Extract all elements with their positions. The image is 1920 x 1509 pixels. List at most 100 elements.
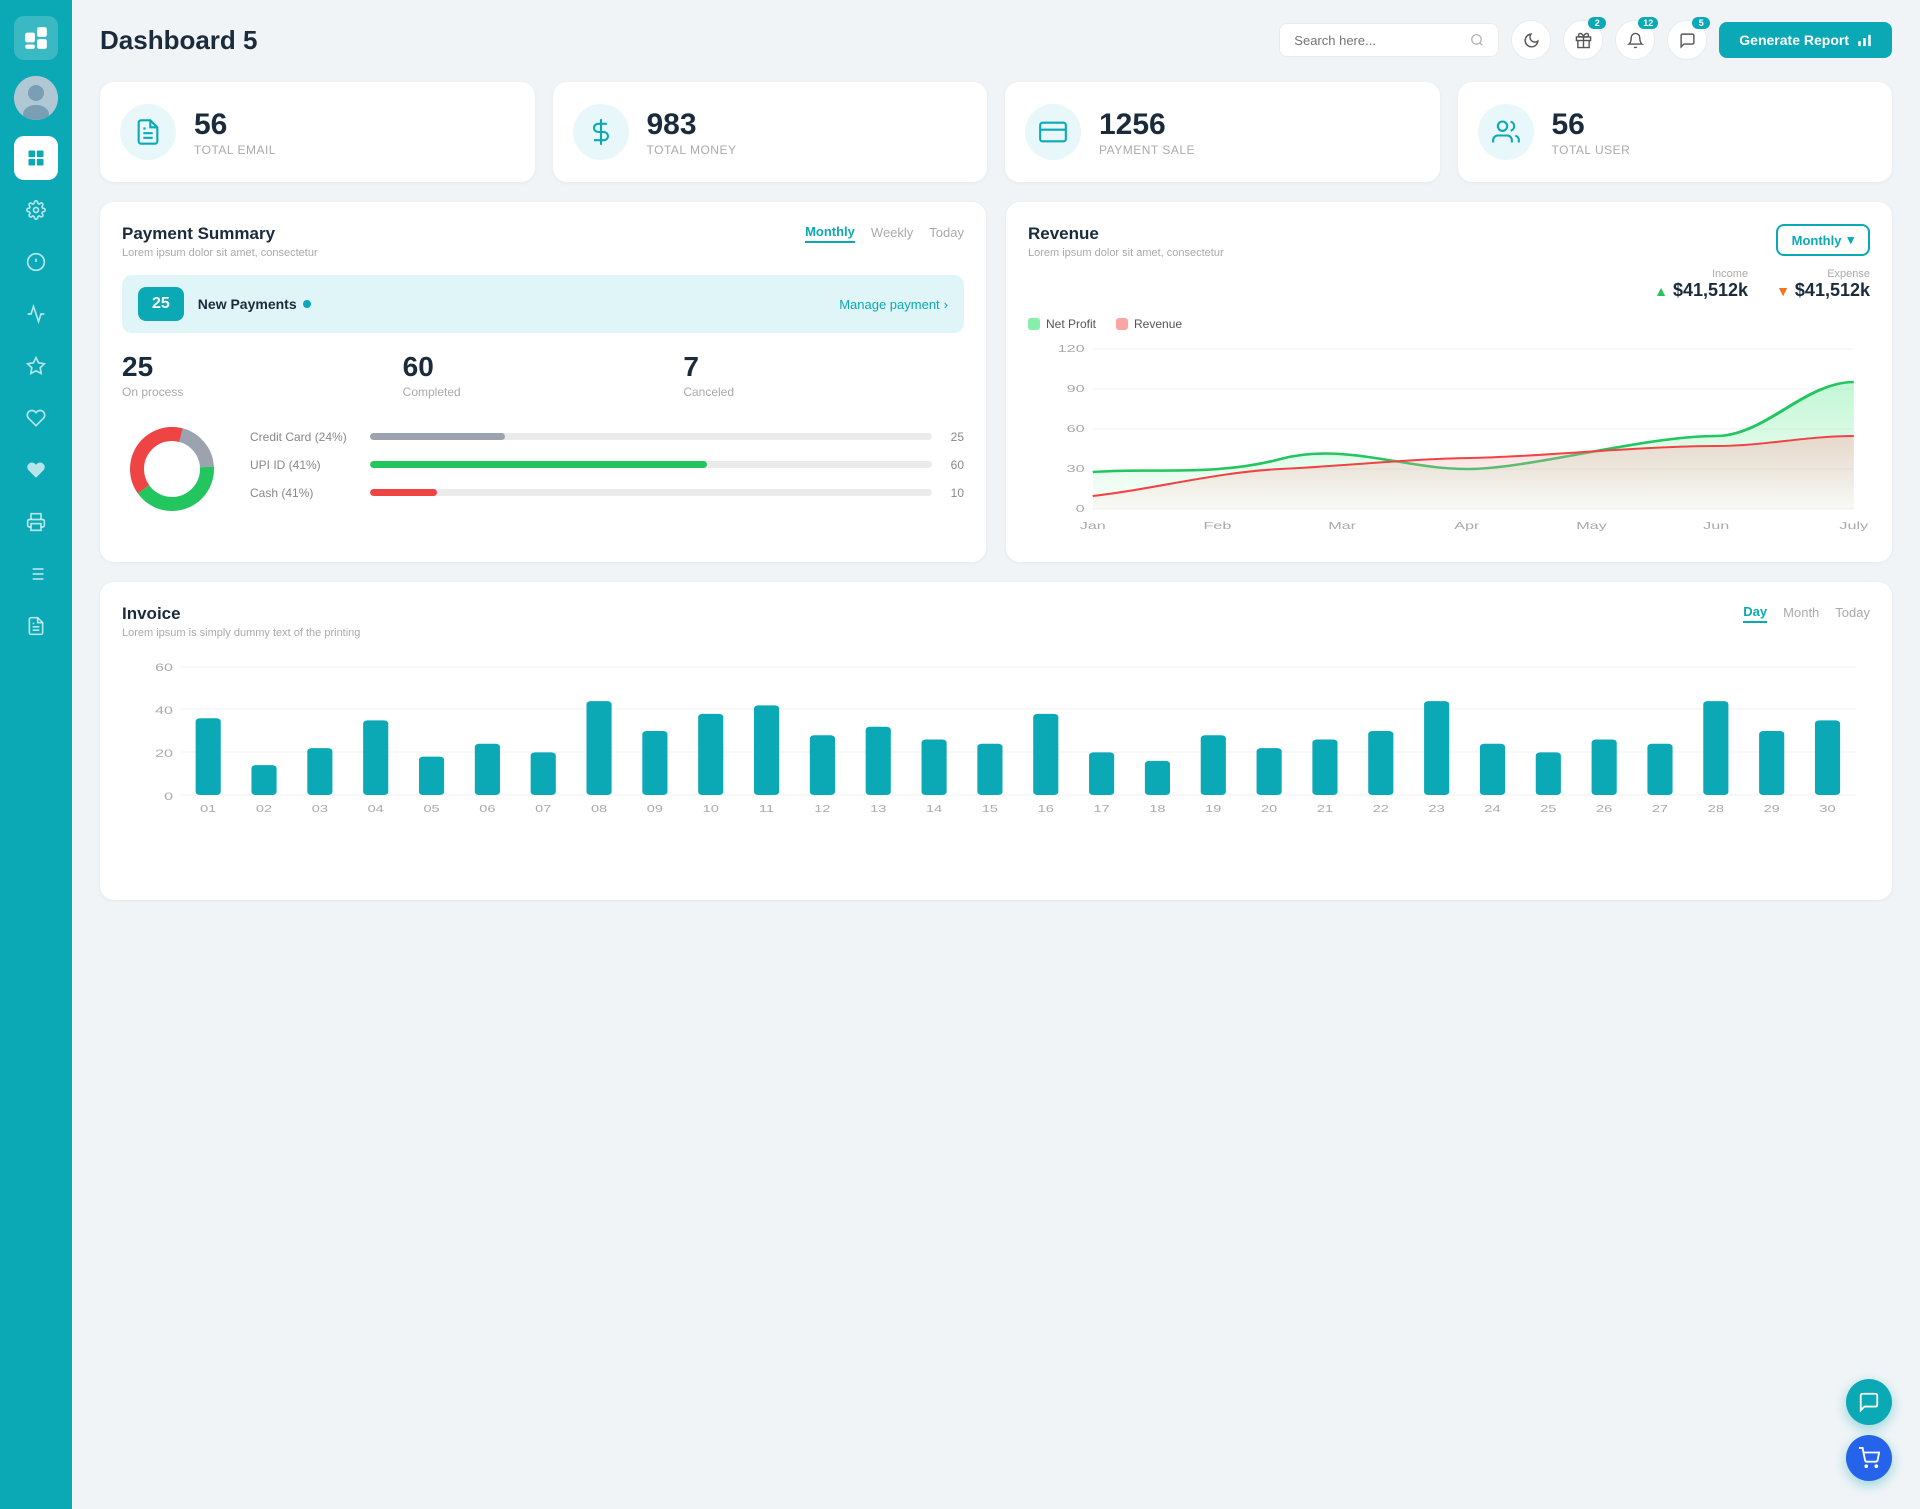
invoice-card: Invoice Lorem ipsum is simply dummy text… [100, 582, 1892, 900]
x-label-20: 20 [1261, 803, 1277, 814]
chat-badge: 5 [1692, 17, 1710, 29]
gift-btn[interactable]: 2 [1563, 20, 1603, 60]
email-count: 56 [194, 108, 276, 141]
completed-count: 60 [403, 351, 684, 383]
x-label-08: 08 [591, 803, 607, 814]
bar-09 [642, 731, 667, 795]
canceled-count: 7 [683, 351, 964, 383]
svg-text:60: 60 [1067, 423, 1085, 434]
method-name-cash: Cash (41%) [250, 486, 360, 500]
fab-container [1846, 1379, 1892, 1481]
method-count-cash: 10 [942, 486, 964, 500]
sidebar-item-print[interactable] [14, 500, 58, 544]
stat-info-money: 983 TOTAL MONEY [647, 108, 737, 157]
x-label-13: 13 [870, 803, 886, 814]
sidebar-item-star[interactable] [14, 344, 58, 388]
x-label-23: 23 [1429, 803, 1445, 814]
search-input[interactable] [1294, 33, 1462, 48]
sidebar-item-settings[interactable] [14, 188, 58, 232]
payment-methods: Credit Card (24%) 25 UPI ID (41%) 60 [122, 419, 964, 524]
x-label-05: 05 [423, 803, 439, 814]
bar-20 [1257, 748, 1282, 795]
expense-value: ▼ $41,512k [1776, 280, 1870, 301]
payment-label: PAYMENT SALE [1099, 143, 1195, 157]
gift-badge: 2 [1588, 17, 1606, 29]
generate-report-button[interactable]: Generate Report [1719, 22, 1892, 58]
new-payments-dot [303, 300, 311, 308]
x-label-27: 27 [1652, 803, 1668, 814]
payment-tabs: Monthly Weekly Today [805, 224, 964, 243]
bar-29 [1759, 731, 1784, 795]
method-bar-fill-upi [370, 461, 707, 468]
x-label-06: 06 [479, 803, 495, 814]
sidebar-item-heart-outline[interactable] [14, 396, 58, 440]
bar-01 [196, 718, 221, 795]
svg-text:Mar: Mar [1328, 520, 1356, 531]
x-label-17: 17 [1094, 803, 1110, 814]
tab-today-invoice[interactable]: Today [1835, 605, 1870, 622]
bar-26 [1592, 740, 1617, 795]
method-bar-fill-credit [370, 433, 505, 440]
sidebar-item-list[interactable] [14, 552, 58, 596]
income-label: Income [1654, 268, 1748, 280]
bar-21 [1312, 740, 1337, 795]
revenue-dropdown-btn[interactable]: Monthly ▾ [1776, 224, 1870, 256]
user-avatar[interactable] [14, 76, 58, 120]
bar-11 [754, 705, 779, 795]
method-bar-bg-credit [370, 433, 932, 440]
tab-month[interactable]: Month [1783, 605, 1819, 622]
net-profit-dot [1028, 318, 1040, 330]
tab-day[interactable]: Day [1743, 604, 1767, 623]
tab-weekly[interactable]: Weekly [871, 225, 913, 242]
x-label-07: 07 [535, 803, 551, 814]
x-label-12: 12 [814, 803, 830, 814]
x-label-09: 09 [647, 803, 663, 814]
x-label-11: 11 [759, 803, 774, 814]
bar-16 [1033, 714, 1058, 795]
sidebar-item-info[interactable] [14, 240, 58, 284]
sidebar-logo[interactable] [14, 16, 58, 60]
payment-summary-subtitle: Lorem ipsum dolor sit amet, consectetur [122, 247, 318, 259]
chat-btn[interactable]: 5 [1667, 20, 1707, 60]
money-label: TOTAL MONEY [647, 143, 737, 157]
manage-payment-link[interactable]: Manage payment › [839, 297, 948, 312]
method-row-upi: UPI ID (41%) 60 [250, 458, 964, 472]
sidebar-item-dashboard[interactable] [14, 136, 58, 180]
tab-today[interactable]: Today [929, 225, 964, 242]
x-label-22: 22 [1373, 803, 1389, 814]
theme-toggle-btn[interactable] [1511, 20, 1551, 60]
support-fab[interactable] [1846, 1379, 1892, 1425]
x-label-03: 03 [312, 803, 328, 814]
bar-13 [866, 727, 891, 795]
gift-icon [1575, 32, 1592, 49]
x-label-29: 29 [1764, 803, 1780, 814]
bar-18 [1145, 761, 1170, 795]
bar-08 [586, 701, 611, 795]
expense-block: Expense ▼ $41,512k [1776, 268, 1870, 301]
bar-23 [1424, 701, 1449, 795]
area-chart: 0 30 60 90 120 [1028, 339, 1870, 544]
cart-fab[interactable] [1846, 1435, 1892, 1481]
moon-icon [1523, 32, 1540, 49]
dashboard-grid: Payment Summary Lorem ipsum dolor sit am… [100, 202, 1892, 562]
revenue-legend: Net Profit Revenue [1028, 317, 1870, 331]
search-box [1279, 23, 1499, 57]
sidebar-item-document[interactable] [14, 604, 58, 648]
stat-icon-money [573, 104, 629, 160]
sidebar-item-heart-fill[interactable] [14, 448, 58, 492]
user-count: 56 [1552, 108, 1631, 141]
stat-card-email: 56 TOTAL EMAIL [100, 82, 535, 182]
tab-monthly[interactable]: Monthly [805, 224, 855, 243]
sidebar-item-analytics[interactable] [14, 292, 58, 336]
x-label-16: 16 [1038, 803, 1054, 814]
bar-17 [1089, 752, 1114, 795]
main-content: Dashboard 5 2 12 5 Generate Repo [72, 0, 1920, 1509]
svg-text:20: 20 [155, 747, 173, 759]
invoice-title: Invoice [122, 604, 360, 624]
x-label-28: 28 [1708, 803, 1724, 814]
svg-text:Feb: Feb [1204, 520, 1232, 531]
search-icon [1470, 32, 1484, 48]
bell-btn[interactable]: 12 [1615, 20, 1655, 60]
bar-22 [1368, 731, 1393, 795]
method-bar-fill-cash [370, 489, 437, 496]
